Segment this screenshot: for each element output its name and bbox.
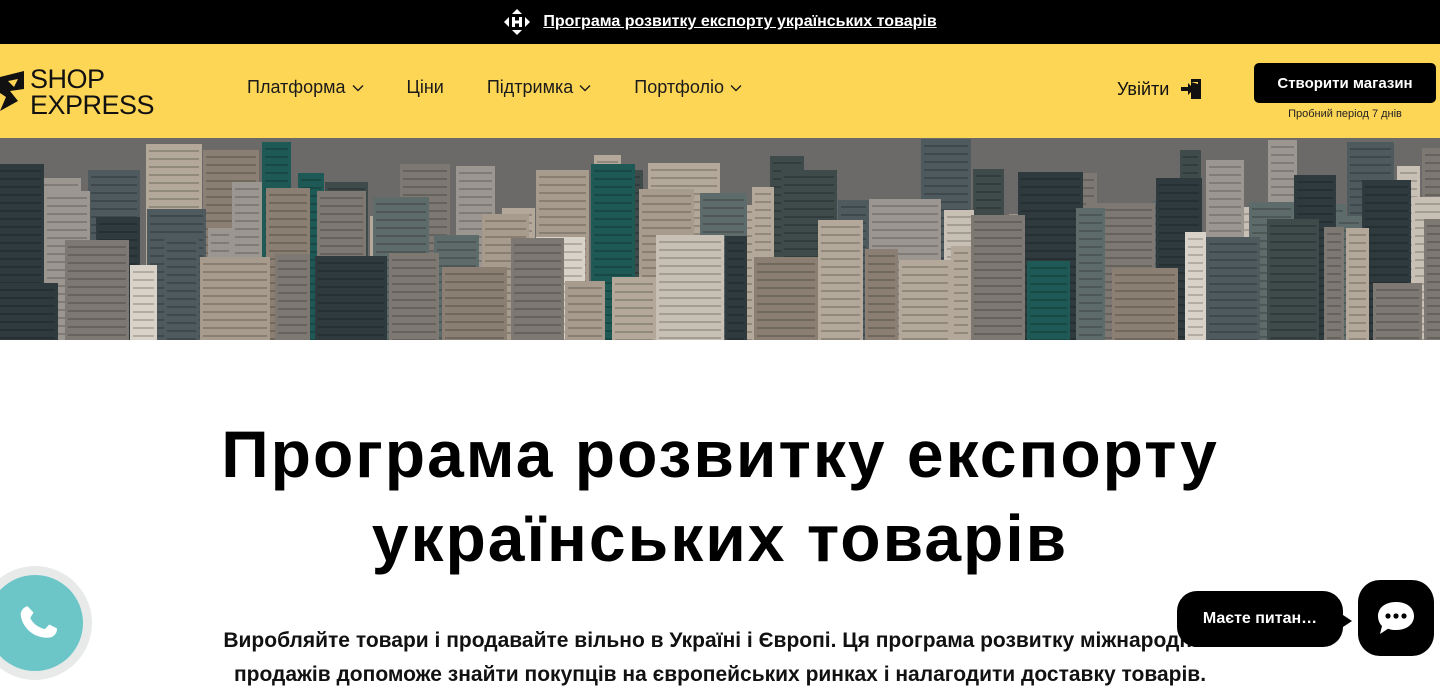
shop-express-logo[interactable]: SHOP EXPRESS bbox=[0, 62, 160, 122]
site-header: SHOP EXPRESS Платформа Ціни Підтримка По… bbox=[0, 44, 1440, 138]
chat-open-button[interactable] bbox=[1358, 580, 1434, 656]
lead-line-2: продажів допоможе знайти покупців на євр… bbox=[233, 663, 1207, 686]
login-button[interactable]: Увійти bbox=[1117, 76, 1205, 102]
login-icon bbox=[1181, 79, 1202, 99]
chat-prompt-bubble[interactable]: Маєте питан… bbox=[1177, 591, 1352, 647]
export-program-link[interactable]: Програма розвитку експорту українських т… bbox=[543, 13, 936, 31]
logo-text-express: EXPRESS bbox=[30, 90, 155, 120]
nav-item-prices[interactable]: Ціни bbox=[407, 77, 444, 98]
announcement-bar: Програма розвитку експорту українських т… bbox=[0, 0, 1440, 44]
nav-item-support[interactable]: Підтримка bbox=[487, 77, 591, 98]
create-store-block: Створити магазин Пробний період 7 днів bbox=[1254, 63, 1436, 120]
nav-item-label: Платформа bbox=[247, 77, 346, 97]
login-label: Увійти bbox=[1117, 78, 1170, 99]
main-nav: Платформа Ціни Підтримка Портфоліо bbox=[247, 77, 785, 98]
nav-item-portfolio[interactable]: Портфоліо bbox=[634, 77, 742, 98]
callback-widget[interactable] bbox=[0, 566, 92, 680]
phone-icon bbox=[20, 606, 57, 638]
page-title-line-1: Програма розвитку експорту bbox=[221, 417, 1219, 491]
chat-bubble-tail bbox=[1340, 613, 1352, 629]
page-title-line-2: українських товарів bbox=[371, 501, 1069, 575]
chevron-down-icon bbox=[730, 84, 742, 91]
page-title: Програма розвитку експорту українських т… bbox=[120, 412, 1320, 580]
nova-poshta-logo-icon bbox=[504, 9, 531, 35]
create-store-button[interactable]: Створити магазин bbox=[1254, 63, 1436, 103]
logo-text-shop: SHOP bbox=[30, 64, 105, 94]
nav-item-platform[interactable]: Платформа bbox=[247, 77, 364, 98]
nav-item-label: Ціни bbox=[406, 77, 444, 97]
chevron-down-icon bbox=[352, 84, 364, 91]
trial-period-note: Пробний період 7 днів bbox=[1288, 108, 1402, 120]
nav-item-label: Портфоліо bbox=[634, 77, 724, 97]
callback-button[interactable] bbox=[0, 575, 83, 671]
chat-prompt-text: Маєте питан… bbox=[1202, 610, 1318, 627]
lead-paragraph: Виробляйте товари і продавайте вільно в … bbox=[170, 624, 1270, 692]
chat-icon bbox=[1378, 602, 1414, 634]
hero-skyline-image bbox=[0, 138, 1440, 340]
skyline-illustration bbox=[0, 138, 1440, 340]
chevron-down-icon bbox=[579, 84, 591, 91]
logo-mark-icon bbox=[0, 71, 24, 111]
nav-item-label: Підтримка bbox=[486, 77, 574, 97]
lead-line-1: Виробляйте товари і продавайте вільно в … bbox=[223, 629, 1217, 652]
